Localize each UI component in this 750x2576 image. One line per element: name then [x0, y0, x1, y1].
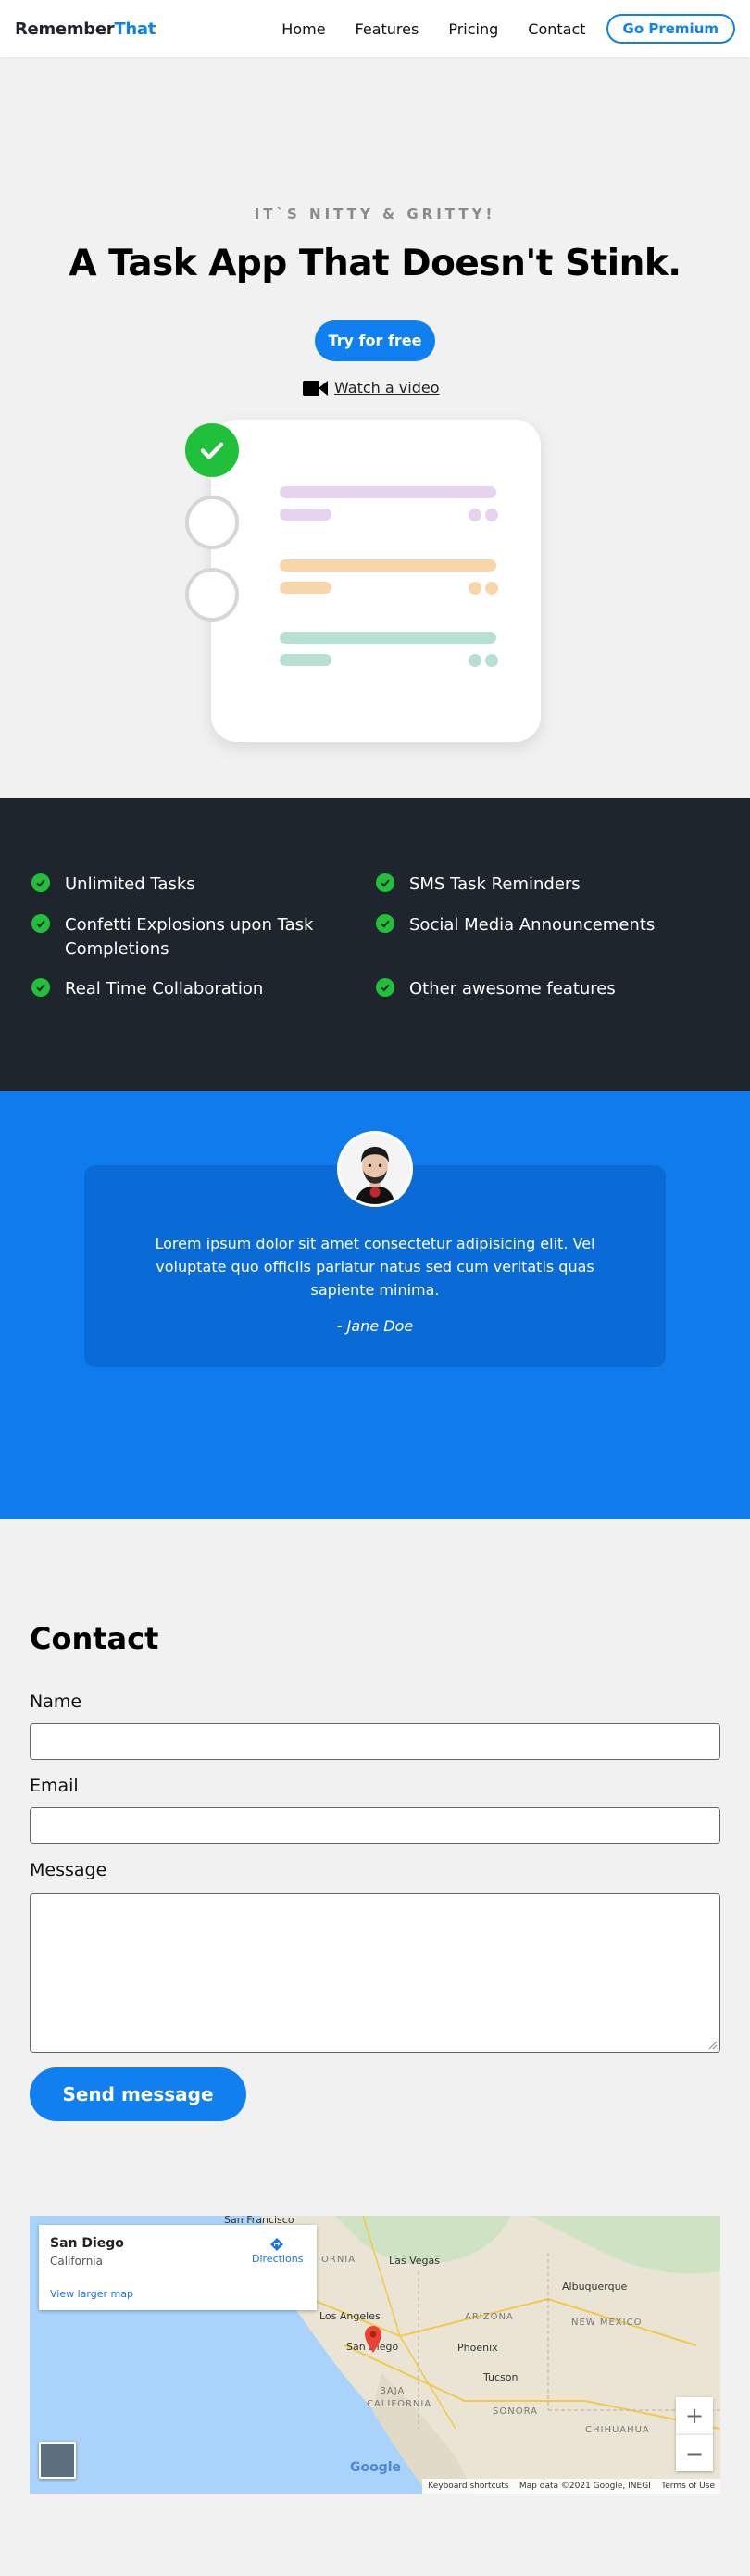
watch-video-label: Watch a video [334, 379, 440, 396]
task-dot [485, 582, 498, 595]
task-bar [280, 486, 496, 498]
task-illustration-card [211, 420, 541, 742]
feature-item: Other awesome features [376, 977, 728, 1001]
view-larger-map-link[interactable]: View larger map [50, 2288, 133, 2300]
check-circle-icon [376, 873, 394, 892]
map-label: Tucson [483, 2371, 519, 2383]
map-label: Los Angeles [319, 2310, 381, 2322]
main-nav: Home Features Pricing Contact Go Premium [252, 14, 735, 44]
map-label: Albuquerque [562, 2281, 628, 2293]
map-marker-icon[interactable] [361, 2324, 385, 2357]
logo[interactable]: RememberThat [15, 19, 156, 39]
testimonial-section: Lorem ipsum dolor sit amet consectetur a… [0, 1091, 750, 1519]
hero-kicker: IT`S NITTY & GRITTY! [254, 206, 496, 222]
check-circle-icon [31, 873, 50, 892]
directions-link[interactable]: Directions [252, 2253, 303, 2265]
terms-of-use-link[interactable]: Terms of Use [661, 2482, 715, 2491]
feature-label: Social Media Announcements [409, 915, 656, 935]
contact-title: Contact [30, 1621, 159, 1656]
map-label: ARIZONA [465, 2312, 514, 2322]
task-dot [485, 509, 498, 521]
keyboard-shortcuts-link[interactable]: Keyboard shortcuts [428, 2482, 508, 2491]
satellite-toggle-button[interactable] [39, 2442, 76, 2479]
task-bar [280, 559, 496, 572]
name-field[interactable] [30, 1723, 720, 1760]
unchecked-task-icon [185, 568, 239, 622]
feature-item: Confetti Explosions upon Task Completion… [31, 913, 337, 961]
task-bar-short [280, 509, 331, 521]
message-textarea[interactable] [30, 1893, 720, 2053]
task-bar [280, 632, 496, 644]
feature-item: SMS Task Reminders [376, 873, 728, 897]
checked-task-icon [185, 423, 239, 477]
resize-handle-icon[interactable] [708, 2041, 718, 2050]
check-circle-icon [376, 978, 394, 997]
watch-video-link[interactable]: Watch a video [303, 379, 440, 396]
map-data-attribution: Map data ©2021 Google, INEGI [519, 2482, 651, 2491]
task-bar-short [280, 582, 331, 594]
feature-item: Real Time Collaboration [31, 977, 337, 1001]
video-camera-icon [303, 380, 328, 396]
map-label: BAJA [380, 2386, 406, 2396]
task-dot [485, 654, 498, 667]
map-label: CALIFORNIA [367, 2399, 432, 2409]
try-for-free-button[interactable]: Try for free [315, 320, 435, 361]
email-field[interactable] [30, 1807, 720, 1844]
task-dot [469, 654, 481, 667]
nav-features[interactable]: Features [356, 20, 419, 38]
avatar [337, 1131, 413, 1207]
testimonial-quote: Lorem ipsum dolor sit amet consectetur a… [155, 1235, 595, 1299]
feature-label: SMS Task Reminders [409, 874, 581, 894]
hero-title: A Task App That Doesn't Stink. [69, 243, 681, 284]
map-place-region: California [50, 2255, 103, 2268]
check-circle-icon [31, 978, 50, 997]
map-label: Phoenix [457, 2342, 498, 2354]
map-place-name: San Diego [50, 2236, 124, 2251]
feature-label: Unlimited Tasks [65, 874, 195, 894]
google-map[interactable]: San Francisco ORNIA Las Vegas Albuquerqu… [30, 2216, 720, 2494]
feature-label: Real Time Collaboration [65, 979, 264, 999]
send-message-button[interactable]: Send message [30, 2067, 246, 2121]
google-logo: Google [350, 2460, 402, 2475]
task-dot [469, 582, 481, 595]
zoom-in-button[interactable]: + [676, 2397, 713, 2434]
feature-item: Unlimited Tasks [31, 873, 337, 897]
map-footer: Keyboard shortcuts Map data ©2021 Google… [422, 2479, 720, 2494]
logo-text: Remember [15, 19, 115, 39]
check-circle-icon [31, 914, 50, 933]
testimonial-author: - Jane Doe [336, 1317, 414, 1335]
unchecked-task-icon [185, 496, 239, 549]
site-header: RememberThat Home Features Pricing Conta… [0, 0, 750, 57]
nav-pricing[interactable]: Pricing [448, 20, 498, 38]
feature-label: Other awesome features [409, 979, 616, 999]
map-place-card: San Diego California View larger map Dir… [39, 2225, 317, 2310]
features-section: Unlimited Tasks Confetti Explosions upon… [0, 798, 750, 1091]
check-circle-icon [376, 914, 394, 933]
nav-home[interactable]: Home [281, 20, 325, 38]
map-label: NEW MEXICO [571, 2318, 643, 2328]
go-premium-button[interactable]: Go Premium [606, 14, 735, 44]
task-dot [469, 509, 481, 521]
contact-section: Contact Name Email Message Send message [0, 1519, 750, 2172]
nav-contact[interactable]: Contact [528, 20, 585, 38]
email-label: Email [30, 1776, 79, 1796]
zoom-out-button[interactable]: − [676, 2434, 713, 2471]
hero-section: IT`S NITTY & GRITTY! A Task App That Doe… [0, 57, 750, 798]
map-label: Las Vegas [389, 2255, 440, 2267]
message-label: Message [30, 1860, 107, 1880]
logo-accent: That [114, 19, 156, 39]
task-bar-short [280, 654, 331, 666]
feature-item: Social Media Announcements [376, 913, 728, 937]
map-label: CHIHUAHUA [585, 2425, 650, 2435]
feature-label: Confetti Explosions upon Task Completion… [65, 915, 314, 959]
map-label: SONORA [493, 2406, 538, 2417]
name-label: Name [30, 1691, 82, 1712]
map-label: ORNIA [321, 2255, 356, 2265]
